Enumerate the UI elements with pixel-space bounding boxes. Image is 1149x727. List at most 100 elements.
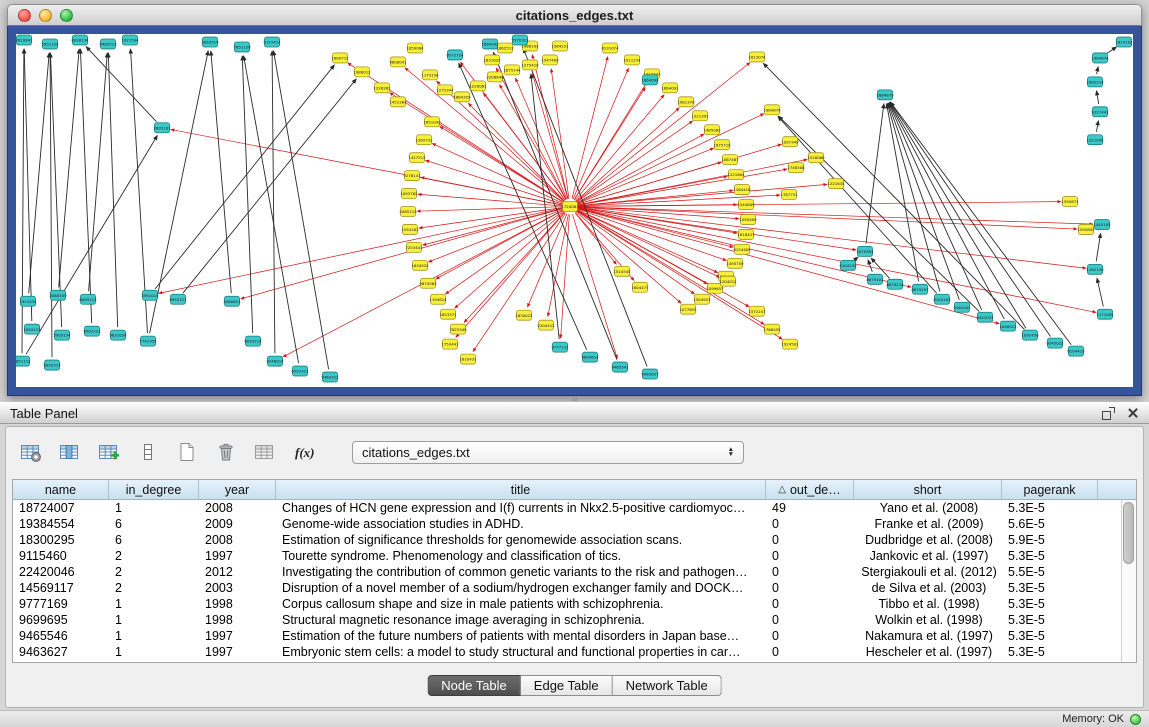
- graph-node[interactable]: 1986012: [353, 67, 371, 77]
- table-cell[interactable]: 1: [109, 645, 199, 659]
- table-cell[interactable]: Jankovic et al. (1997): [854, 549, 1002, 563]
- close-button[interactable]: [18, 9, 31, 22]
- table-row[interactable]: 911546021997Tourette syndrome. Phenomeno…: [13, 548, 1136, 564]
- table-cell[interactable]: 5.3E-5: [1002, 581, 1098, 595]
- graph-node[interactable]: 9115411: [263, 37, 281, 47]
- graph-node[interactable]: 9227441: [1091, 107, 1109, 117]
- graph-node[interactable]: 1097349: [781, 137, 799, 147]
- graph-node[interactable]: 1077655: [679, 304, 697, 314]
- graph-node[interactable]: 8016134: [71, 35, 89, 45]
- graph-node[interactable]: 1046512: [999, 321, 1017, 331]
- graph-node[interactable]: 1093762: [400, 189, 418, 199]
- table-row[interactable]: 1456911722003Disruption of a novel membe…: [13, 580, 1136, 596]
- graph-node[interactable]: 9953121: [169, 294, 187, 304]
- graph-node[interactable]: 9463312: [321, 372, 339, 382]
- graph-node[interactable]: 7625349: [449, 324, 467, 334]
- zoom-button[interactable]: [60, 9, 73, 22]
- graph-node[interactable]: 1604477: [631, 282, 649, 292]
- graph-node[interactable]: 1275344: [436, 85, 454, 95]
- table-cell[interactable]: 9463627: [13, 645, 109, 659]
- table-cell[interactable]: 1: [109, 597, 199, 611]
- graph-node[interactable]: 9463627: [641, 369, 659, 379]
- column-header-out-de-[interactable]: △out_de…: [766, 480, 854, 499]
- table-cell[interactable]: 5.5E-5: [1002, 565, 1098, 579]
- table-cell[interactable]: 9465546: [13, 629, 109, 643]
- graph-node[interactable]: 1802214: [1086, 77, 1104, 87]
- graph-node[interactable]: 1884329: [453, 92, 471, 102]
- graph-node[interactable]: 1813074: [748, 52, 766, 62]
- column-header-name[interactable]: name: [13, 480, 109, 499]
- table-row[interactable]: 969969511998Structural magnetic resonanc…: [13, 612, 1136, 628]
- table-cell[interactable]: Hescheler et al. (1997): [854, 645, 1002, 659]
- table-cell[interactable]: 1: [109, 613, 199, 627]
- table-cell[interactable]: 19384554: [13, 517, 109, 531]
- table-cell[interactable]: Nakamura et al. (1997): [854, 629, 1002, 643]
- table-row[interactable]: 1830029562008Estimation of significance …: [13, 532, 1136, 548]
- graph-node[interactable]: 1547409: [541, 55, 559, 65]
- graph-node[interactable]: 1516066: [807, 153, 825, 163]
- graph-node[interactable]: 7851129: [233, 42, 251, 52]
- table-cell[interactable]: Changes of HCN gene expression and I(f) …: [276, 501, 766, 515]
- table-cell[interactable]: Franke et al. (2009): [854, 517, 1002, 531]
- graph-node[interactable]: 2605101: [153, 123, 171, 133]
- graph-node[interactable]: 1724061: [561, 202, 579, 212]
- graph-node[interactable]: 1875710: [713, 140, 731, 150]
- graph-node[interactable]: 1961370: [677, 97, 695, 107]
- graph-node[interactable]: 1173126: [421, 70, 439, 80]
- graph-node[interactable]: 1634922: [411, 260, 429, 270]
- graph-node[interactable]: 1964874: [1091, 53, 1109, 63]
- graph-node[interactable]: 1265731: [415, 135, 433, 145]
- column-header-short[interactable]: short: [854, 480, 1002, 499]
- table-cell[interactable]: 2009: [199, 517, 276, 531]
- graph-node[interactable]: 1092450: [1021, 330, 1039, 340]
- graph-node[interactable]: 2610841: [16, 35, 33, 45]
- graph-node[interactable]: 2206848: [486, 72, 504, 82]
- graph-node[interactable]: 2085113: [399, 207, 417, 217]
- table-row[interactable]: 946362711997Embryonic stem cells: a mode…: [13, 644, 1136, 660]
- table-cell[interactable]: 14569117: [13, 581, 109, 595]
- table-cell[interactable]: 9699695: [13, 613, 109, 627]
- table-cell[interactable]: 5.3E-5: [1002, 597, 1098, 611]
- graph-node[interactable]: 1495759: [726, 258, 744, 268]
- graph-node[interactable]: 1679391: [856, 246, 874, 256]
- graph-node[interactable]: 1544609: [737, 200, 755, 210]
- table-cell[interactable]: Tourette syndrome. Phenomenology and cla…: [276, 549, 766, 563]
- graph-node[interactable]: 8131074: [601, 43, 619, 53]
- table-cell[interactable]: 2: [109, 581, 199, 595]
- column-header-year[interactable]: year: [199, 480, 276, 499]
- table-row[interactable]: 977716911998Corpus callosum shape and si…: [13, 596, 1136, 612]
- table-cell[interactable]: Estimation of significance thresholds fo…: [276, 533, 766, 547]
- graph-node[interactable]: 9806041: [389, 57, 407, 67]
- table-cell[interactable]: 18724007: [13, 501, 109, 515]
- graph-node[interactable]: 1814102: [1115, 37, 1133, 47]
- table-cell[interactable]: 1997: [199, 645, 276, 659]
- graph-node[interactable]: 1221397: [691, 111, 709, 121]
- graph-node[interactable]: 1221634: [827, 179, 845, 189]
- table-cell[interactable]: 18300295: [13, 533, 109, 547]
- graph-node[interactable]: 1584221: [551, 41, 569, 51]
- graph-node[interactable]: 1445103: [1093, 219, 1111, 229]
- graph-node[interactable]: 1220081: [469, 81, 487, 91]
- minimize-button[interactable]: [39, 9, 52, 22]
- table-cell[interactable]: Disruption of a novel member of a sodium…: [276, 581, 766, 595]
- graph-node[interactable]: 1067487: [721, 155, 739, 165]
- graph-node[interactable]: 1595871: [1061, 197, 1079, 207]
- graph-node[interactable]: 9777131: [551, 342, 569, 352]
- close-panel-icon[interactable]: [1127, 407, 1139, 419]
- graph-node[interactable]: 1275410: [521, 60, 539, 70]
- table-cell[interactable]: 5.6E-5: [1002, 517, 1098, 531]
- graph-node[interactable]: 1194824: [429, 294, 447, 304]
- graph-node[interactable]: 1554162: [401, 224, 419, 234]
- scrollbar-thumb[interactable]: [1123, 502, 1134, 564]
- table-cell[interactable]: Yano et al. (2008): [854, 501, 1002, 515]
- graph-node[interactable]: 1664091: [661, 83, 679, 93]
- graph-node[interactable]: 1600712: [331, 53, 349, 63]
- graph-node[interactable]: 1093113: [23, 324, 41, 334]
- table-cell[interactable]: Investigating the contribution of common…: [276, 565, 766, 579]
- table-row[interactable]: 2242004622012Investigating the contribut…: [13, 564, 1136, 580]
- table-cell[interactable]: 0: [766, 597, 854, 611]
- tab-node-table[interactable]: Node Table: [427, 675, 521, 696]
- table-row[interactable]: 1938455462009Genome-wide association stu…: [13, 516, 1136, 532]
- float-panel-icon[interactable]: [1102, 407, 1115, 420]
- graph-node[interactable]: 1851030: [423, 117, 441, 127]
